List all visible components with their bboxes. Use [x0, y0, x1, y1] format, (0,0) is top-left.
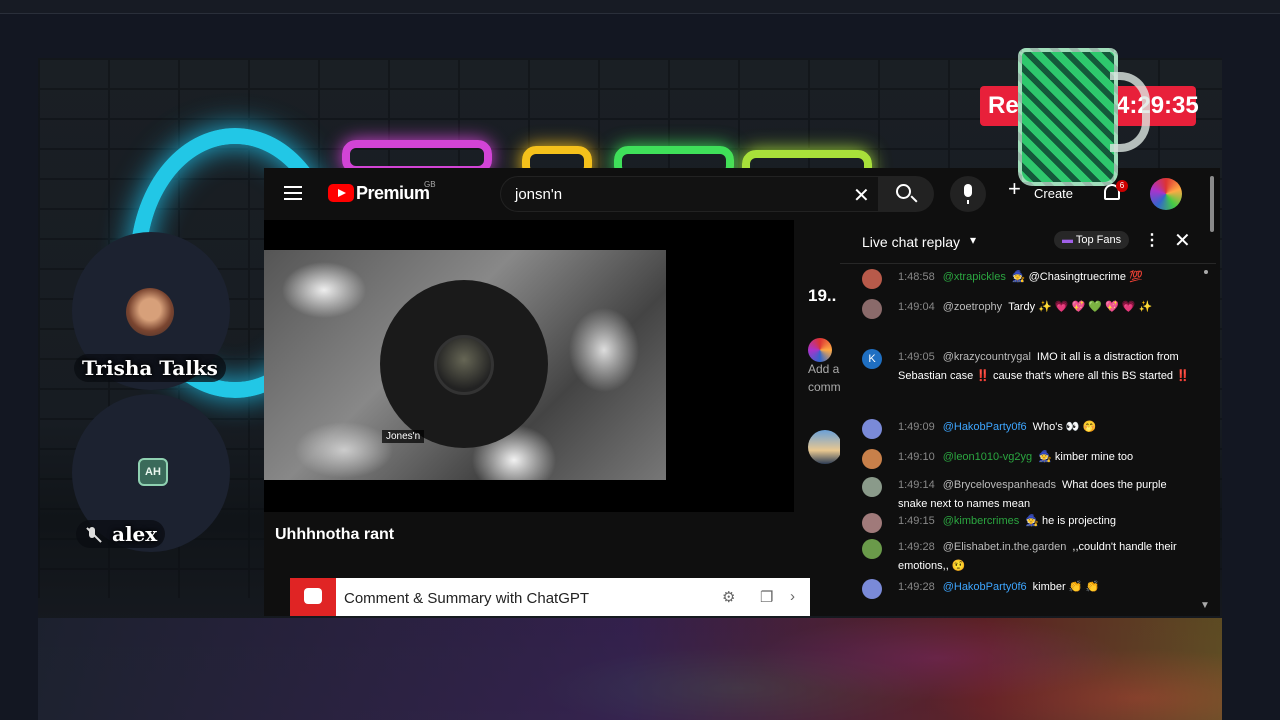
youtube-logo-icon[interactable] — [328, 184, 354, 202]
related-video-thumbnail[interactable] — [808, 430, 842, 464]
account-avatar[interactable] — [1150, 178, 1182, 210]
avatar[interactable] — [862, 477, 882, 497]
page-scrollbar[interactable] — [1210, 176, 1214, 232]
comment-count: 19.. — [808, 286, 837, 305]
avatar[interactable] — [862, 299, 882, 319]
message-author[interactable]: @krazycountrygal — [943, 351, 1031, 363]
avatar[interactable] — [862, 269, 882, 289]
message-timestamp: 1:49:09 — [898, 421, 935, 433]
plus-icon: + — [1008, 176, 1021, 201]
mug-handle — [1110, 72, 1150, 152]
search-value: jonsn'n — [515, 186, 563, 203]
live-chat-panel: Live chat replay ▾ ▬ Top Fans ⋮ ✕ 1:48:5… — [840, 220, 1216, 616]
mic-icon — [964, 184, 972, 204]
close-icon[interactable]: ✕ — [1174, 228, 1191, 253]
avatar — [126, 288, 174, 336]
chat-message-body: 1:48:58 @xtrapickles 🧙 @Chasingtruecrime 💯 — [898, 268, 1192, 287]
openai-icon[interactable]: ⚙ — [722, 588, 735, 606]
clear-search-icon[interactable]: ✕ — [853, 183, 870, 208]
chat-message-body: 1:49:15 @kimbercrimes 🧙 he is projecting — [898, 512, 1192, 531]
add-comment-text-2[interactable]: comm — [808, 380, 841, 394]
avatar[interactable] — [862, 539, 882, 559]
message-timestamp: 1:49:28 — [898, 581, 935, 593]
message-author[interactable]: @kimbercrimes — [943, 515, 1020, 527]
speaker-name: Trisha Talks — [74, 354, 226, 382]
chat-bubble-icon — [290, 578, 336, 616]
message-author[interactable]: @HakobParty0f6 — [943, 421, 1027, 433]
brand-label: Premium — [356, 183, 430, 203]
message-timestamp: 1:49:15 — [898, 515, 935, 527]
message-author[interactable]: @zoetrophy — [943, 301, 1002, 313]
message-timestamp: 1:48:58 — [898, 271, 935, 283]
top-bar — [0, 0, 1280, 14]
scroll-down-icon[interactable]: ▼ — [1200, 600, 1210, 611]
reflective-floor — [38, 618, 1222, 720]
search-button[interactable] — [878, 176, 934, 212]
avatar[interactable] — [862, 513, 882, 533]
message-timestamp: 1:49:14 — [898, 479, 935, 491]
avatar — [808, 338, 832, 362]
chatgpt-summary-label: Comment & Summary with ChatGPT — [344, 590, 590, 607]
chat-scrollbar[interactable] — [1204, 270, 1208, 600]
message-timestamp: 1:49:04 — [898, 301, 935, 313]
chat-header: Live chat replay ▾ ▬ Top Fans ⋮ ✕ — [840, 220, 1216, 264]
search-icon — [896, 184, 911, 199]
avatar[interactable]: K — [862, 349, 882, 369]
chat-message-body: 1:49:09 @HakobParty0f6 Who's 👀 🤭 — [898, 418, 1192, 437]
message-author[interactable]: @xtrapickles — [943, 271, 1006, 283]
chat-messages: 1:48:58 @xtrapickles 🧙 @Chasingtruecrime 💯… — [840, 268, 1200, 614]
avatar[interactable] — [862, 419, 882, 439]
side-panel-partial: 19.. Add a comm — [804, 220, 844, 560]
mic-muted-icon — [84, 526, 102, 544]
notification-badge: 6 — [1116, 180, 1128, 192]
avatar: AH — [138, 458, 168, 486]
chat-message-body: 1:49:10 @leon1010-vg2yg 🧙 kimber mine too — [898, 448, 1192, 467]
more-options-icon[interactable]: ⋮ — [1144, 230, 1160, 250]
chatgpt-summary-bar[interactable]: Comment & Summary with ChatGPT ⚙ ❐ › — [290, 578, 810, 616]
copy-icon[interactable]: ❐ — [760, 588, 773, 606]
avatar[interactable] — [862, 449, 882, 469]
avatar[interactable] — [862, 579, 882, 599]
message-timestamp: 1:49:05 — [898, 351, 935, 363]
chat-message-body: 1:49:05 @krazycountrygal IMO it all is a d… — [898, 348, 1192, 386]
message-text: Who's 👀 🤭 — [1032, 421, 1097, 433]
chat-message-body: 1:49:28 @HakobParty0f6 kimber 👏 👏 — [898, 578, 1192, 597]
search-input[interactable]: jonsn'n ✕ — [500, 176, 878, 212]
top-fans-icon: ▬ — [1062, 234, 1073, 246]
chat-title[interactable]: Live chat replay — [862, 234, 960, 250]
chevron-right-icon[interactable]: › — [790, 588, 795, 605]
add-comment-text[interactable]: Add a — [808, 362, 839, 376]
video-player[interactable]: Jones'n — [264, 220, 794, 512]
create-label: Create — [1034, 186, 1074, 201]
message-text: kimber 👏 👏 — [1032, 581, 1100, 593]
top-fans-label: Top Fans — [1075, 234, 1122, 246]
message-text: 🧙 @Chasingtruecrime 💯 — [1011, 271, 1143, 283]
channel-label: Jones'n — [382, 430, 425, 443]
message-author[interactable]: @leon1010-vg2yg — [943, 451, 1032, 463]
channel-avatar — [434, 335, 494, 395]
chat-message-body: 1:49:28 @Elishabet.in.the.garden ,,couldn'… — [898, 538, 1192, 576]
chat-message-body: 1:49:04 @zoetrophy Tardy ✨ 💗 💖 💚 💖 💗 ✨ — [898, 298, 1192, 317]
video-title: Uhhhnotha rant — [275, 526, 395, 543]
voice-search-button[interactable] — [950, 176, 986, 212]
message-author[interactable]: @Brycelovespanheads — [943, 479, 1056, 491]
chat-scrollbar-thumb[interactable] — [1204, 270, 1208, 274]
top-fans-button[interactable]: ▬ Top Fans — [1054, 231, 1130, 249]
menu-icon[interactable] — [284, 186, 302, 200]
chevron-down-icon[interactable]: ▾ — [970, 233, 976, 247]
message-text: Tardy ✨ 💗 💖 💚 💖 💗 ✨ — [1008, 301, 1153, 313]
region-code: GB — [424, 180, 436, 189]
message-text: 🧙 he is projecting — [1025, 515, 1117, 527]
mug-overlay-image — [1018, 48, 1118, 186]
message-timestamp: 1:49:10 — [898, 451, 935, 463]
message-timestamp: 1:49:28 — [898, 541, 935, 553]
message-author[interactable]: @HakobParty0f6 — [943, 581, 1027, 593]
youtube-window: Premium GB jonsn'n ✕ + Create 6 Jones'n … — [264, 168, 1220, 616]
message-text: 🧙 kimber mine too — [1038, 451, 1134, 463]
message-text: IMO it all is a distraction from Sebasti… — [898, 351, 1190, 382]
chat-message-body: 1:49:14 @Brycelovespanheads What does the … — [898, 476, 1192, 514]
message-author[interactable]: @Elishabet.in.the.garden — [943, 541, 1067, 553]
